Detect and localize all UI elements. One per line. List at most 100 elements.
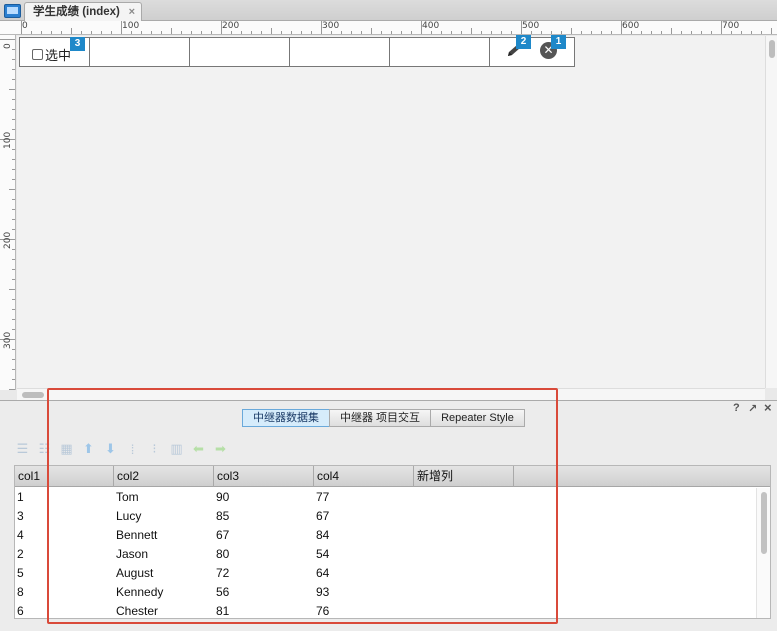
ruler-tick [201,31,202,34]
move-left-icon[interactable]: ⬅ [190,441,207,457]
table-cell[interactable]: 64 [314,564,329,583]
table-cell[interactable]: 1 [15,488,24,507]
repeater-cell-col4[interactable] [290,38,390,66]
ruler-tick [291,31,292,34]
table-row[interactable]: 4 Bennett 67 84 [15,526,755,545]
interaction-badge-2[interactable]: 2 [516,35,531,49]
table-cell[interactable]: 76 [314,602,329,621]
repeater-widget[interactable]: 选中 [19,37,575,67]
move-down-icon[interactable]: ⬇ [102,441,119,457]
interaction-badge-3[interactable]: 3 [70,37,85,51]
sitemap-icon[interactable] [4,4,21,18]
tab-repeater-interactions[interactable]: 中继器 项目交互 [329,409,432,427]
app-window: 学生成绩 (index) × 0 100 200 300 400 500 600 700 0 1… [0,0,777,631]
table-row[interactable]: 1 Tom 90 77 [15,488,755,507]
ruler-tick [12,379,15,380]
canvas-vertical-scrollbar[interactable] [765,36,777,388]
scroll-thumb[interactable] [22,392,44,398]
table-cell[interactable]: August [114,564,153,583]
table-header: col1 col2 col3 col4 新增列 [15,466,770,487]
tab-repeater-style[interactable]: Repeater Style [430,409,525,427]
table-cell[interactable]: 93 [314,583,329,602]
panel-tabs: 中继器数据集 中继器 项目交互 Repeater Style [242,409,525,427]
table-row[interactable]: 6 Chester 81 76 [15,602,755,621]
ruler-tick [12,269,15,270]
table-row[interactable]: 2 Jason 80 54 [15,545,755,564]
table-cell[interactable]: Chester [114,602,158,621]
table-cell[interactable]: 5 [15,564,24,583]
table-cell[interactable]: Bennett [114,526,157,545]
move-column-right-icon[interactable]: ⁝ [146,441,163,457]
ruler-tick [541,31,542,34]
close-tab-icon[interactable]: × [129,3,135,21]
table-cell[interactable]: Jason [114,545,148,564]
repeater-cell-col2[interactable] [90,38,190,66]
table-cell[interactable]: 67 [314,507,329,526]
move-right-icon[interactable]: ➡ [212,441,229,457]
ruler-tick [12,99,15,100]
ruler-tick [391,31,392,34]
dataset-table[interactable]: col1 col2 col3 col4 新增列 1 Tom 90 77 3 Lu… [14,465,771,619]
ruler-tick [771,28,772,34]
insert-column-icon[interactable]: ▦ [58,441,75,457]
table-cell[interactable]: 77 [314,488,329,507]
table-cell[interactable]: 4 [15,526,24,545]
interaction-badge-1[interactable]: 1 [551,35,566,49]
ruler-tick [371,28,372,34]
ruler-tick [661,31,662,34]
close-panel-icon[interactable]: × [764,400,772,415]
table-cell[interactable]: 72 [214,564,229,583]
column-header-col2[interactable]: col2 [114,466,214,487]
ruler-tick [12,59,15,60]
column-header-add[interactable]: 新增列 [414,466,514,487]
table-cell[interactable]: 81 [214,602,229,621]
table-cell[interactable]: 56 [214,583,229,602]
ruler-tick [191,31,192,34]
delete-row-icon[interactable]: ☷ [36,441,53,457]
ruler-tick [431,31,432,34]
ruler-tick [12,229,15,230]
table-cell[interactable]: 6 [15,602,24,621]
ruler-tick [61,31,62,34]
table-cell[interactable]: 3 [15,507,24,526]
ruler-tick [591,31,592,34]
table-cell[interactable]: 2 [15,545,24,564]
delete-column-icon[interactable]: ▥ [168,441,185,457]
move-column-left-icon[interactable]: ⁞ [124,441,141,457]
popout-icon[interactable]: ↗ [748,402,757,415]
design-canvas[interactable] [17,36,765,388]
table-cell[interactable]: Lucy [114,507,141,526]
table-row[interactable]: 3 Lucy 85 67 [15,507,755,526]
move-up-icon[interactable]: ⬆ [80,441,97,457]
table-row[interactable]: 8 Kennedy 56 93 [15,583,755,602]
help-icon[interactable]: ? [733,402,740,414]
ruler-tick [241,31,242,34]
table-row[interactable]: 5 August 72 64 [15,564,755,583]
table-cell[interactable]: 67 [214,526,229,545]
column-header-col4[interactable]: col4 [314,466,414,487]
repeater-cell-col5[interactable] [390,38,490,66]
table-cell[interactable]: 84 [314,526,329,545]
tab-index[interactable]: 学生成绩 (index) × [24,2,142,21]
tab-repeater-dataset[interactable]: 中继器数据集 [242,409,330,427]
ruler-tick [161,31,162,34]
repeater-cell-col3[interactable] [190,38,290,66]
table-cell[interactable]: 90 [214,488,229,507]
table-cell[interactable]: Kennedy [114,583,163,602]
table-cell[interactable]: 85 [214,507,229,526]
scroll-thumb[interactable] [761,492,767,554]
scroll-thumb[interactable] [769,40,775,58]
ruler-tick [441,31,442,34]
ruler-tick [341,31,342,34]
insert-row-icon[interactable]: ☰ [14,441,31,457]
table-cell[interactable]: Tom [114,488,139,507]
ruler-tick [12,209,15,210]
column-header-col3[interactable]: col3 [214,466,314,487]
column-header-col1[interactable]: col1 [15,466,114,487]
select-checkbox[interactable] [32,49,43,60]
table-vertical-scrollbar[interactable] [756,488,770,618]
table-cell[interactable]: 8 [15,583,24,602]
table-cell[interactable]: 80 [214,545,229,564]
canvas-horizontal-scrollbar[interactable] [17,388,765,400]
table-cell[interactable]: 54 [314,545,329,564]
